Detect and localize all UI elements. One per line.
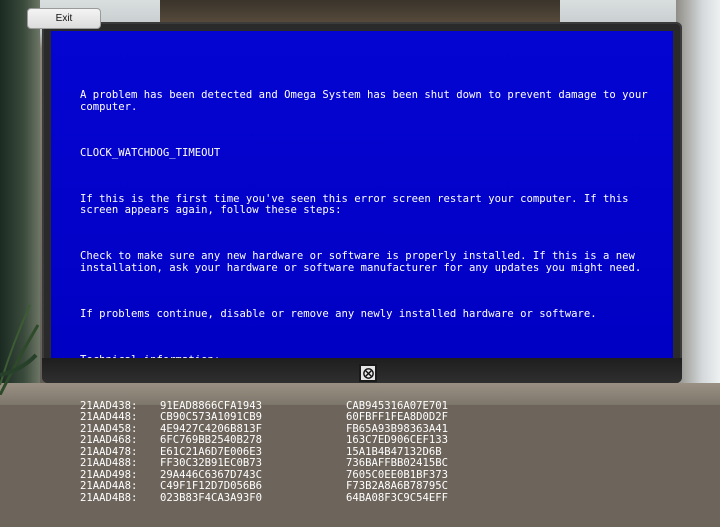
tech-value-2: 7605C0EE0B1BF373: [346, 468, 449, 481]
bsod-first-time: If this is the first time you've seen th…: [80, 192, 635, 216]
bsod-intro: A problem has been detected and Omega Sy…: [80, 89, 655, 113]
tech-value-2: 163C7ED906CEF133: [346, 434, 449, 446]
monitor-bezel: [42, 358, 682, 383]
tech-address: 21AAD438:: [80, 399, 138, 412]
monitor: A problem has been detected and Omega Sy…: [42, 22, 682, 503]
plant-leaves: [0, 304, 40, 395]
tech-row: 21AAD498: 29A446C6367D743C 7605C0EE0B1BF37…: [80, 468, 650, 482]
tech-address: 21AAD458:: [80, 422, 138, 435]
tech-value-1: C49F1F12D7D056B6: [160, 480, 263, 492]
tech-address: 21AAD448:: [80, 411, 138, 423]
bsod-text: A problem has been detected and Omega Sy…: [80, 67, 650, 527]
tech-address: 21AAD498:: [80, 468, 138, 481]
tech-address: 21AAD4B8:: [80, 491, 138, 504]
tech-value-2: 60FBFF1FEA8D0D2F: [346, 411, 449, 423]
tech-row: 21AAD478: E61C21A6D7E006E3 15A1B4B47132D6B: [80, 445, 650, 459]
tech-value-1: CB90C573A1091CB9: [160, 411, 263, 423]
tech-value-1: FF30C32B91EC0B73: [160, 457, 263, 469]
bsod-continue: If problems continue, disable or remove …: [80, 307, 597, 320]
tech-value-2: 15A1B4B47132D6B: [346, 445, 442, 458]
tech-address: 21AAD478:: [80, 445, 138, 458]
tech-row: 21AAD4B8: 023B83F4CA3A93F0 64BA08F3C9C54EF…: [80, 491, 650, 505]
tech-address: 21AAD488:: [80, 457, 138, 469]
bsod-error-code: CLOCK_WATCHDOG_TIMEOUT: [80, 146, 221, 159]
tech-row: 21AAD488: FF30C32B91EC0B73 736BAFFBB02415B…: [80, 457, 650, 470]
tech-value-2: 64BA08F3C9C54EFF: [346, 491, 449, 504]
tech-value-1: 6FC769BB2540B278: [160, 434, 263, 446]
tech-value-2: F73B2A8A6B78795C: [346, 480, 449, 492]
exit-button[interactable]: Exit: [27, 8, 101, 29]
tech-address: 21AAD4A8:: [80, 480, 138, 492]
tech-address: 21AAD468:: [80, 434, 138, 446]
bsod-check: Check to make sure any new hardware or s…: [80, 250, 642, 274]
tech-value-1: E61C21A6D7E006E3: [160, 445, 263, 458]
tech-value-1: 29A446C6367D743C: [160, 468, 263, 481]
tech-value-1: 4E9427C4206B813F: [160, 422, 263, 435]
tech-value-1: 91EAD8866CFA1943: [160, 399, 263, 412]
tech-value-2: CAB945316A07E701: [346, 399, 449, 412]
tech-row: 21AAD458: 4E9427C4206B813F FB65A93B98363A4…: [80, 422, 650, 436]
tech-value-1: 023B83F4CA3A93F0: [160, 491, 263, 504]
tech-row: 21AAD438: 91EAD8866CFA1943 CAB945316A07E70…: [80, 399, 650, 413]
tech-value-2: FB65A93B98363A41: [346, 422, 449, 435]
right-wall: [676, 0, 720, 405]
bsod-screen: A problem has been detected and Omega Sy…: [51, 31, 673, 503]
tech-row: 21AAD448: CB90C573A1091CB9 60FBFF1FEA8D0D2…: [80, 411, 650, 424]
tech-info-table: 21AAD438: 91EAD8866CFA1943 CAB945316A07E70…: [80, 399, 650, 505]
tech-row: 21AAD468: 6FC769BB2540B278 163C7ED906CEF13…: [80, 434, 650, 447]
tech-row: 21AAD4A8: C49F1F12D7D056B6 F73B2A8A6B78795…: [80, 480, 650, 493]
power-button[interactable]: [359, 364, 377, 382]
ceiling-strip: [160, 0, 560, 22]
power-button-icon: [362, 367, 374, 379]
tech-value-2: 736BAFFBB02415BC: [346, 457, 449, 469]
